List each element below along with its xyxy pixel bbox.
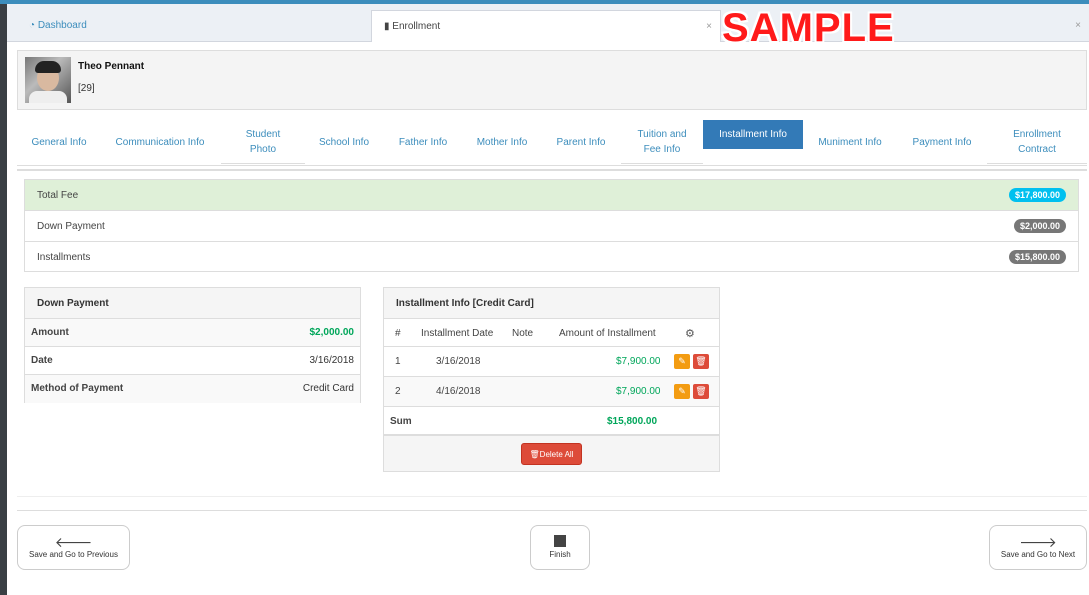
tab-mother-info[interactable]: Mother Info (467, 120, 537, 164)
down-payment-badge: $2,000.00 (1013, 219, 1066, 233)
summary-label: Installments (37, 252, 91, 263)
tab-general-info[interactable]: General Info (23, 120, 95, 164)
tab-divider (17, 169, 1087, 171)
delete-all-label: Delete All (539, 450, 574, 459)
window-tab-dashboard[interactable]: ◔ Dashboard (17, 10, 99, 42)
close-icon[interactable]: × (706, 21, 712, 32)
installment-panel: Installment Info [Credit Card] # Install… (383, 287, 720, 472)
window-tab-label: Enrollment (392, 21, 441, 32)
sum-label: Sum (390, 416, 412, 427)
student-name: Theo Pennant (78, 61, 145, 72)
col-amount: Amount of Installment (559, 328, 656, 339)
row-label: Amount (31, 327, 69, 338)
col-num: # (395, 328, 401, 339)
summary-row-total-fee: Total Fee $17,800.00 (25, 180, 1078, 211)
edit-icon[interactable]: ✎ (674, 354, 690, 369)
tab-enrollment-contract[interactable]: Enrollment Contract (987, 120, 1087, 164)
stop-icon (531, 534, 589, 550)
window-tab-label: Dashboard (37, 20, 87, 31)
student-profile-header: Theo Pennant [29] (17, 50, 1087, 110)
table-row: 1 3/16/2018 $7,900.00 ✎ 🗑 (384, 347, 719, 377)
student-id: [29] (78, 83, 95, 94)
down-payment-row: Amount $2,000.00 (25, 319, 360, 347)
summary-row-down-payment: Down Payment $2,000.00 (25, 211, 1078, 242)
tab-tuition-fee-info[interactable]: Tuition and Fee Info (621, 120, 703, 164)
dashboard-icon: ◔ (29, 20, 36, 31)
tab-father-info[interactable]: Father Info (389, 120, 457, 164)
tab-student-photo[interactable]: Student Photo (221, 120, 305, 164)
sum-value: $15,800.00 (607, 416, 658, 427)
window-tab-strip: ◔ Dashboard ▮ Enrollment × × (7, 4, 1089, 43)
save-previous-button[interactable]: 🡐 Save and Go to Previous (17, 525, 130, 570)
row-date: 4/16/2018 (436, 386, 481, 397)
arrow-left-icon: 🡐 (54, 534, 93, 550)
row-amount: $7,900.00 (616, 386, 661, 397)
installments-badge: $15,800.00 (1008, 250, 1066, 264)
row-num: 1 (395, 356, 401, 367)
summary-label: Total Fee (37, 190, 79, 201)
left-sidebar-edge (0, 4, 7, 595)
tab-muniment-info[interactable]: Muniment Info (813, 120, 887, 164)
row-value: $2,000.00 (309, 327, 355, 338)
tab-school-info[interactable]: School Info (311, 120, 377, 164)
edit-icon[interactable]: ✎ (674, 384, 690, 399)
col-date: Installment Date (421, 328, 494, 339)
panel-title: Installment Info [Credit Card] (384, 288, 719, 319)
delete-all-button[interactable]: 🗑Delete All (521, 443, 582, 465)
row-value: Credit Card (302, 383, 354, 394)
row-value: 3/16/2018 (309, 355, 355, 366)
panel-title: Down Payment (25, 288, 360, 319)
bookmark-icon: ▮ (384, 21, 390, 32)
down-payment-row: Method of Payment Credit Card (25, 375, 360, 403)
trash-icon: 🗑 (529, 450, 540, 459)
enrollment-tabs: General Info Communication Info Student … (17, 120, 1087, 166)
gears-icon: ⚙ (685, 328, 695, 340)
installment-panel-footer: 🗑Delete All (384, 435, 719, 471)
down-payment-row: Date 3/16/2018 (25, 347, 360, 375)
col-note: Note (512, 328, 534, 339)
tab-parent-info[interactable]: Parent Info (549, 120, 613, 164)
divider (17, 510, 1087, 511)
tab-installment-info[interactable]: Installment Info (703, 120, 803, 149)
row-label: Method of Payment (31, 383, 124, 394)
installment-table-header: # Installment Date Note Amount of Instal… (384, 319, 719, 347)
tab-payment-info[interactable]: Payment Info (905, 120, 979, 164)
sum-row: Sum $15,800.00 (384, 407, 719, 435)
divider (17, 496, 1087, 497)
save-previous-label: Save and Go to Previous (29, 550, 118, 559)
trash-icon[interactable]: 🗑 (693, 354, 709, 369)
summary-label: Down Payment (37, 221, 105, 232)
row-date: 3/16/2018 (436, 356, 481, 367)
tab-communication-info[interactable]: Communication Info (107, 120, 213, 164)
arrow-right-icon: 🡒 (1019, 534, 1057, 550)
row-label: Date (31, 355, 53, 366)
save-next-button[interactable]: 🡒 Save and Go to Next (989, 525, 1087, 570)
fee-summary: Total Fee $17,800.00 Down Payment $2,000… (24, 179, 1079, 272)
close-icon[interactable]: × (1075, 20, 1081, 31)
table-row: 2 4/16/2018 $7,900.00 ✎ 🗑 (384, 377, 719, 407)
trash-icon[interactable]: 🗑 (693, 384, 709, 399)
save-next-label: Save and Go to Next (1000, 550, 1076, 559)
avatar (25, 57, 71, 103)
finish-button[interactable]: Finish (530, 525, 590, 570)
row-amount: $7,900.00 (616, 356, 661, 367)
total-fee-badge: $17,800.00 (1008, 188, 1066, 202)
row-num: 2 (395, 386, 401, 397)
down-payment-panel: Down Payment Amount $2,000.00 Date 3/16/… (24, 287, 361, 403)
finish-label: Finish (549, 550, 571, 559)
summary-row-installments: Installments $15,800.00 (25, 242, 1078, 273)
window-tab-enrollment[interactable]: ▮ Enrollment × (371, 10, 721, 43)
